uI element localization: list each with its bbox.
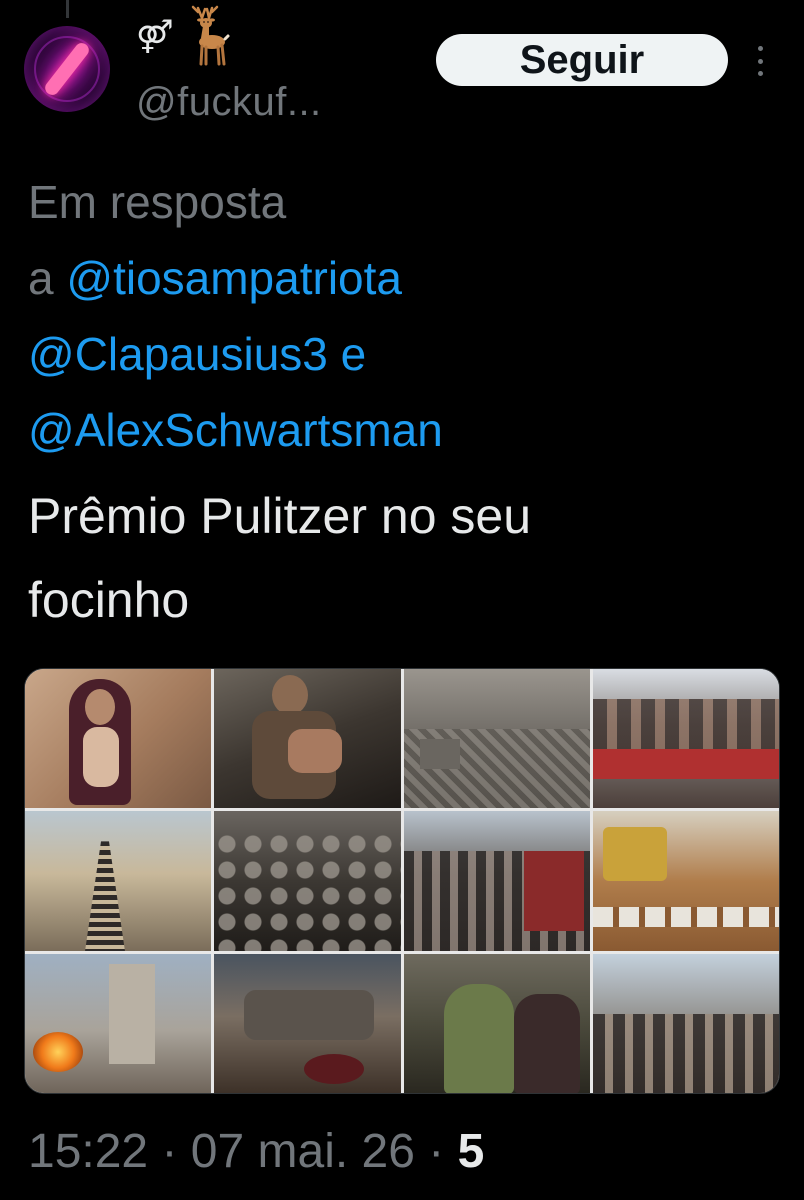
collage-photo-man-carrying-child	[214, 669, 401, 809]
tweet-text: Prêmio Pulitzer no seu focinho	[28, 474, 788, 642]
collage-photo-rubble	[403, 669, 590, 809]
deer-emoji-icon	[191, 5, 230, 66]
reply-context: Em resposta a @tiosampatriota @Clapausiu…	[28, 164, 788, 468]
mention-link-clapausius3[interactable]: @Clapausius3	[28, 328, 328, 380]
reply-prefix-a: a	[28, 252, 54, 304]
collage-photo-people-walking-road	[25, 811, 212, 951]
collage-photo-bulldozer-graves	[592, 811, 779, 951]
follow-button[interactable]: Seguir	[436, 34, 728, 86]
tweet-time: 15:22	[28, 1125, 149, 1178]
male-female-symbol-icon: ⚤	[136, 17, 174, 55]
meta-separator: ·	[428, 1125, 445, 1178]
collage-photo-destroyed-car	[214, 953, 401, 1093]
collage-photo-crowd-aid-drop	[592, 953, 779, 1093]
author-avatar[interactable]	[24, 26, 110, 112]
tweet-text-line: focinho	[28, 572, 190, 628]
collage-photo-pots-food-line	[214, 811, 401, 951]
reply-prefix: Em resposta	[28, 176, 287, 228]
author-display-name[interactable]: ⚤	[136, 4, 236, 68]
view-count: 5	[457, 1125, 485, 1178]
dot	[757, 46, 763, 51]
mention-conjunction: e	[340, 328, 367, 380]
collage-photo-crowd-on-truck	[592, 669, 779, 809]
tweet-timestamp[interactable]: 15:22 · 07 mai. 26 · 5	[28, 1124, 484, 1179]
mention-link-tiosampatriota[interactable]: @tiosampatriota	[66, 252, 402, 304]
meta-separator: ·	[161, 1125, 178, 1178]
mention-link-alexschwartsman[interactable]: @AlexSchwartsman	[28, 404, 443, 456]
photo-collage[interactable]	[24, 668, 780, 1094]
vertical-dots-icon[interactable]	[752, 46, 768, 76]
collage-photo-mother-child	[25, 669, 212, 809]
collage-photo-crowd-aid-truck	[403, 811, 590, 951]
collage-photo-tower-explosion	[25, 953, 212, 1093]
dot	[757, 58, 763, 64]
tweet-text-line: Prêmio Pulitzer no seu	[28, 488, 532, 544]
thread-connector-line	[66, 0, 69, 18]
dot	[757, 71, 763, 76]
tweet-date: 07 mai. 26	[190, 1125, 415, 1178]
collage-photo-grieving-women	[403, 953, 590, 1093]
author-handle[interactable]: @fuckuf...	[136, 80, 322, 125]
